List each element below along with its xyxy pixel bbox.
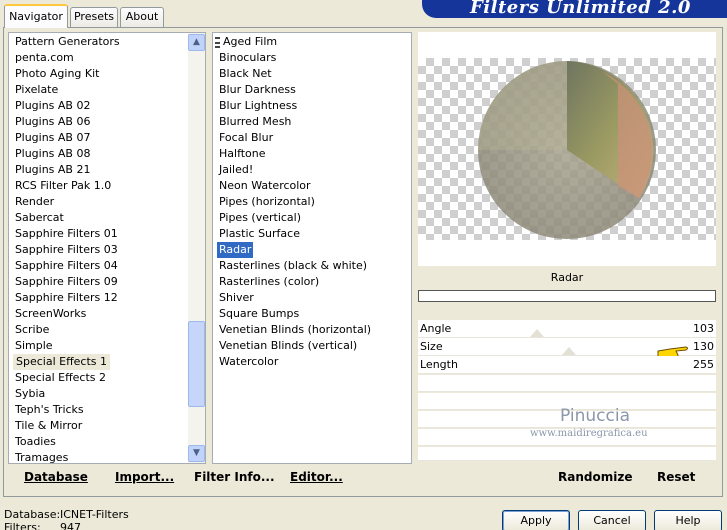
category-list[interactable]: Pattern Generators penta.com Photo Aging K…: [8, 32, 206, 464]
category-item[interactable]: Plugins AB 02: [15, 98, 90, 114]
apply-button[interactable]: Apply: [502, 510, 570, 530]
filter-item[interactable]: Venetian Blinds (vertical): [217, 338, 359, 354]
param-label: Angle: [420, 322, 452, 335]
category-item[interactable]: ScreenWorks: [15, 306, 86, 322]
filter-list[interactable]: Aged Film Binoculars Black Net Blur Darknes…: [212, 32, 412, 464]
tab-navigator[interactable]: Navigator: [4, 4, 68, 28]
preview-canvas: [418, 58, 716, 240]
filter-info-button[interactable]: Filter Info...: [194, 470, 275, 484]
cancel-button[interactable]: Cancel: [578, 510, 646, 530]
category-scrollbar[interactable]: ▲ ▼: [188, 33, 205, 463]
editor-button[interactable]: Editor...: [290, 470, 343, 484]
category-item[interactable]: RCS Filter Pak 1.0: [15, 178, 111, 194]
category-item[interactable]: Sybia: [15, 386, 45, 402]
param-label: Size: [420, 340, 443, 353]
filter-name-label: Radar: [418, 266, 716, 290]
banner-title: Filters Unlimited 2.0: [470, 0, 691, 18]
category-item[interactable]: Sapphire Filters 09: [15, 274, 118, 290]
filter-item[interactable]: Black Net: [217, 66, 274, 82]
watermark-name: Pinuccia: [560, 406, 630, 426]
param-label: Length: [420, 358, 458, 371]
scrollbar-thumb[interactable]: [188, 321, 205, 407]
param-value: 130: [693, 340, 714, 353]
category-item[interactable]: Pixelate: [15, 82, 58, 98]
category-item[interactable]: Toadies: [15, 434, 56, 450]
tab-about[interactable]: About: [120, 7, 164, 27]
filter-item[interactable]: Plastic Surface: [217, 226, 302, 242]
param-value: 103: [693, 322, 714, 335]
slider-thumb[interactable]: [562, 347, 576, 355]
filter-item[interactable]: Focal Blur: [217, 130, 275, 146]
category-item[interactable]: Tramages: [15, 450, 68, 466]
category-item[interactable]: Tile & Mirror: [15, 418, 82, 434]
chevron-up-icon[interactable]: ▲: [188, 34, 205, 51]
status-filters-label: Filters:: [4, 521, 41, 530]
category-item[interactable]: Teph's Tricks: [15, 402, 84, 418]
param-empty-row: [418, 375, 716, 392]
filter-item[interactable]: Halftone: [217, 146, 268, 162]
category-item[interactable]: Sapphire Filters 01: [15, 226, 118, 242]
filter-item[interactable]: Aged Film: [221, 34, 279, 50]
watermark-url: www.maidiregrafica.eu: [530, 428, 648, 439]
category-item[interactable]: Render: [15, 194, 54, 210]
filter-item[interactable]: Binoculars: [217, 50, 278, 66]
filter-item[interactable]: Pipes (horizontal): [217, 194, 317, 210]
status-database-label: Database:: [4, 508, 61, 521]
category-item[interactable]: Sapphire Filters 03: [15, 242, 118, 258]
filter-item[interactable]: Radar: [217, 242, 254, 258]
category-item[interactable]: Plugins AB 08: [15, 146, 90, 162]
category-item[interactable]: Special Effects 2: [15, 370, 106, 386]
import-button[interactable]: Import...: [115, 470, 174, 484]
category-item[interactable]: Plugins AB 21: [15, 162, 90, 178]
filter-item[interactable]: Neon Watercolor: [217, 178, 313, 194]
category-item[interactable]: Scribe: [15, 322, 49, 338]
category-item[interactable]: Plugins AB 07: [15, 130, 90, 146]
tab-presets[interactable]: Presets: [70, 7, 118, 27]
category-item[interactable]: Sabercat: [15, 210, 64, 226]
category-item[interactable]: Simple: [15, 338, 53, 354]
category-item[interactable]: penta.com: [15, 50, 74, 66]
filter-item[interactable]: Rasterlines (color): [217, 274, 321, 290]
param-angle[interactable]: Angle 103: [418, 320, 716, 338]
reset-button[interactable]: Reset: [657, 470, 695, 484]
filter-item[interactable]: Venetian Blinds (horizontal): [217, 322, 373, 338]
status-database-value: ICNET-Filters: [60, 508, 129, 521]
param-size[interactable]: Size 130: [418, 338, 716, 362]
filter-item[interactable]: Rasterlines (black & white): [217, 258, 369, 274]
category-item[interactable]: Sapphire Filters 12: [15, 290, 118, 306]
filter-item[interactable]: Watercolor: [217, 354, 280, 370]
filter-item[interactable]: Blurred Mesh: [217, 114, 293, 130]
param-empty-row: [418, 447, 716, 461]
filter-item[interactable]: Jailed!: [217, 162, 255, 178]
filter-item[interactable]: Square Bumps: [217, 306, 301, 322]
filter-item[interactable]: Shiver: [217, 290, 256, 306]
param-value: 255: [693, 358, 714, 371]
category-item[interactable]: Special Effects 1: [13, 354, 111, 370]
progress-bar: [418, 290, 716, 302]
title-banner: Filters Unlimited 2.0: [422, 0, 727, 18]
randomize-button[interactable]: Randomize: [558, 470, 632, 484]
filter-item[interactable]: Blur Darkness: [217, 82, 298, 98]
radar-preview: [478, 61, 656, 239]
status-filters-value: 947: [60, 521, 81, 530]
category-item[interactable]: Photo Aging Kit: [15, 66, 99, 82]
slider-thumb[interactable]: [530, 329, 544, 337]
filter-item[interactable]: Pipes (vertical): [217, 210, 303, 226]
database-button[interactable]: Database: [24, 470, 88, 484]
category-item[interactable]: Plugins AB 06: [15, 114, 90, 130]
list-grip-icon: [215, 37, 220, 48]
help-button[interactable]: Help: [654, 510, 722, 530]
filter-item[interactable]: Blur Lightness: [217, 98, 299, 114]
category-item[interactable]: Sapphire Filters 04: [15, 258, 118, 274]
category-item[interactable]: Pattern Generators: [15, 34, 120, 50]
chevron-down-icon[interactable]: ▼: [188, 445, 205, 462]
param-length[interactable]: Length 255: [418, 356, 716, 374]
